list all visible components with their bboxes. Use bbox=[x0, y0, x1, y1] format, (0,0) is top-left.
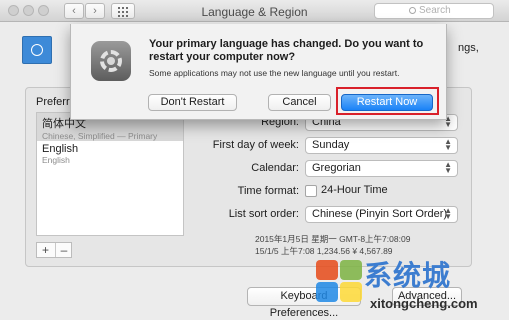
title-bar: ‹ › Language & Region Search bbox=[0, 0, 509, 22]
sort-order-value: Chinese (Pinyin Sort Order) bbox=[312, 208, 448, 220]
watermark: 系统城 xitongcheng.com bbox=[300, 252, 509, 320]
first-day-value: Sunday bbox=[312, 139, 350, 151]
first-day-label: First day of week: bbox=[212, 139, 299, 151]
24-hour-checkbox[interactable] bbox=[305, 185, 317, 197]
watermark-text: 系统城 bbox=[364, 259, 452, 292]
highlight-box bbox=[336, 87, 439, 115]
dont-restart-button[interactable]: Don't Restart bbox=[148, 94, 237, 111]
calendar-value: Gregorian bbox=[312, 162, 361, 174]
time-format-label: Time format: bbox=[237, 185, 299, 197]
language-subtitle: Chinese, Simplified — Primary bbox=[42, 131, 158, 141]
remove-language-button[interactable]: – bbox=[55, 243, 72, 257]
search-placeholder: Search bbox=[419, 5, 451, 16]
cancel-button[interactable]: Cancel bbox=[268, 94, 331, 111]
sort-order-label: List sort order: bbox=[228, 208, 299, 220]
alert-informative-text: Some applications may not use the new la… bbox=[149, 68, 400, 78]
language-item-english[interactable]: English English bbox=[37, 141, 183, 169]
search-field[interactable]: Search bbox=[374, 3, 494, 19]
alert-message: Your primary language has changed. Do yo… bbox=[149, 38, 424, 63]
windows-logo-icon bbox=[312, 256, 364, 304]
popup-arrows-icon: ▲ ▼ bbox=[444, 160, 452, 175]
24-hour-label[interactable]: 24-Hour Time bbox=[321, 184, 388, 196]
watermark-url: xitongcheng.com bbox=[370, 296, 478, 311]
popup-arrows-icon: ▲ ▼ bbox=[444, 137, 452, 152]
calendar-label: Calendar: bbox=[251, 162, 299, 174]
pane-description: ngs, bbox=[458, 42, 479, 54]
add-language-button[interactable]: + bbox=[37, 243, 54, 257]
restart-alert-sheet: Your primary language has changed. Do yo… bbox=[70, 24, 447, 120]
calendar-popup[interactable]: Gregorian ▲ ▼ bbox=[305, 160, 458, 177]
sample-date-line: 2015年1月5日 星期一 GMT-8上午7:08:09 bbox=[255, 234, 411, 244]
add-remove-control: + – bbox=[36, 242, 72, 258]
language-subtitle: English bbox=[42, 155, 70, 165]
search-icon bbox=[409, 7, 416, 14]
system-preferences-gear-icon bbox=[91, 41, 131, 81]
language-name: English bbox=[42, 143, 79, 155]
popup-arrows-icon: ▲ ▼ bbox=[444, 206, 452, 221]
preferred-languages-list[interactable]: 简体中文 Chinese, Simplified — Primary Engli… bbox=[36, 112, 184, 236]
first-day-popup[interactable]: Sunday ▲ ▼ bbox=[305, 137, 458, 154]
sort-order-popup[interactable]: Chinese (Pinyin Sort Order) ▲ ▼ bbox=[305, 206, 458, 223]
language-region-icon bbox=[22, 36, 52, 64]
language-region-window: ‹ › Language & Region Search ngs, Prefer… bbox=[0, 0, 509, 320]
